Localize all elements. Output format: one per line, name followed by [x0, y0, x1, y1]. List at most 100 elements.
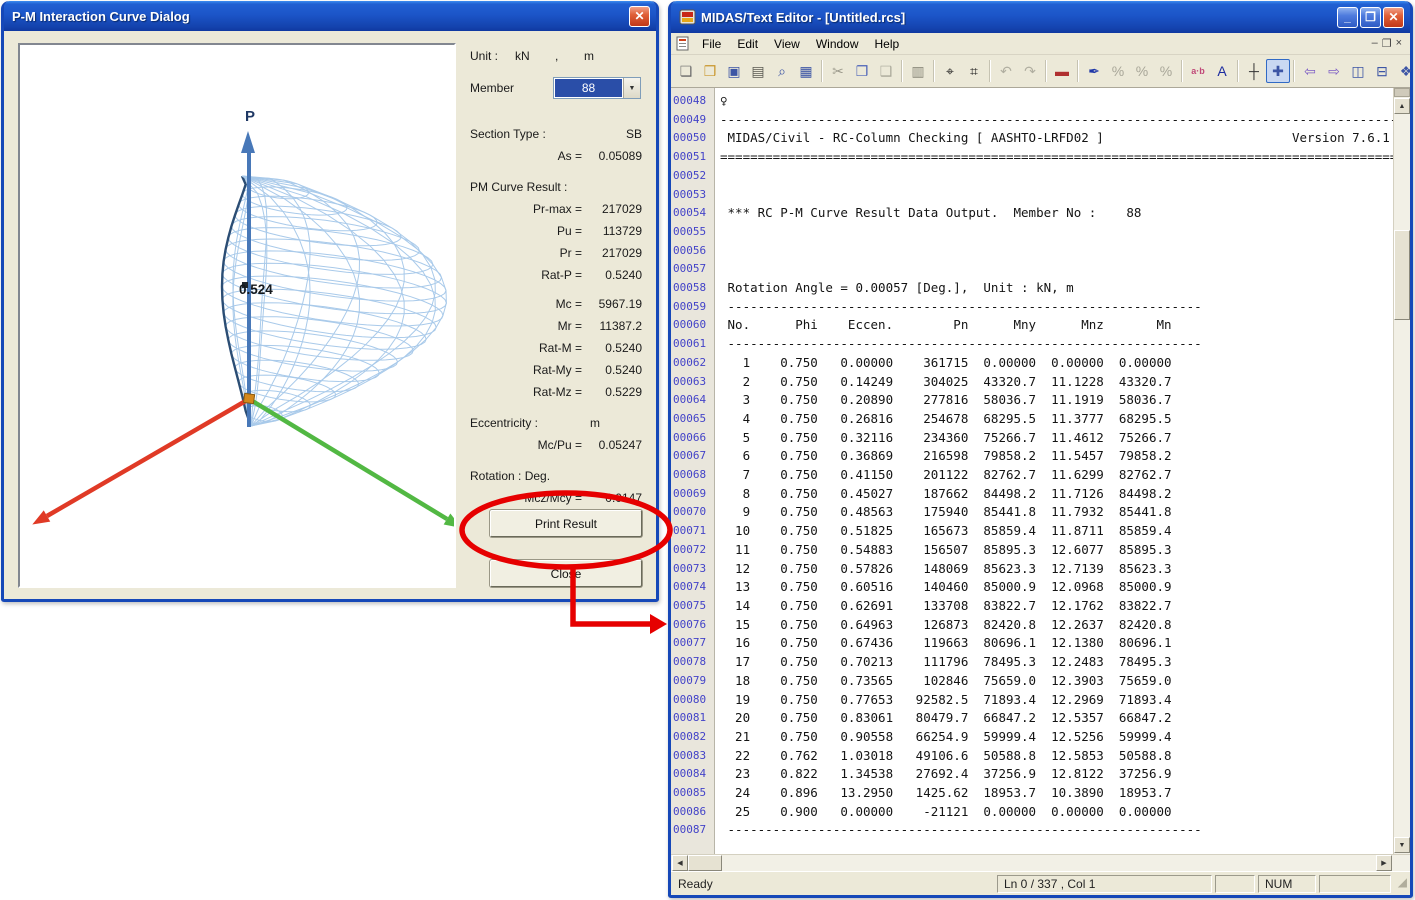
chevron-down-icon[interactable]: ▼ — [623, 78, 640, 98]
percent-3-icon[interactable]: % — [1154, 59, 1178, 83]
result-label: Rat-Mz = — [460, 385, 582, 399]
undo-icon[interactable]: ↶ — [994, 59, 1018, 83]
percent-1-icon[interactable]: % — [1106, 59, 1130, 83]
pm-curve-plot[interactable]: 0.524P — [18, 43, 456, 588]
line-number: 00061 — [673, 335, 714, 354]
cascade-icon[interactable]: ❖ — [1394, 59, 1415, 83]
result-value: 217029 — [582, 246, 646, 260]
window-prev-icon[interactable]: ⇦ — [1298, 59, 1322, 83]
mdi-restore-icon[interactable]: ❐ — [1382, 37, 1392, 50]
resize-grip[interactable]: ◢ — [1394, 875, 1407, 893]
line-number-gutter: 0004800049000500005100052000530005400055… — [671, 88, 715, 854]
line-number: 00077 — [673, 634, 714, 653]
horizontal-scrollbar[interactable]: ◀ ▶ — [671, 854, 1410, 871]
split-horizontal-icon[interactable]: ⊟ — [1370, 59, 1394, 83]
scroll-up-icon[interactable]: ▲ — [1394, 98, 1410, 114]
menu-file[interactable]: File — [694, 35, 729, 53]
mdi-minimize-icon[interactable]: – — [1372, 37, 1378, 50]
member-combobox[interactable]: 88 ▼ — [553, 77, 641, 99]
menu-edit[interactable]: Edit — [729, 35, 766, 53]
line-number: 00052 — [673, 167, 714, 186]
menu-help[interactable]: Help — [867, 35, 908, 53]
close-button[interactable]: Close — [490, 560, 642, 587]
scroll-left-icon[interactable]: ◀ — [672, 855, 688, 871]
result-label: Mc = — [460, 297, 582, 311]
document-icon — [675, 36, 690, 51]
save-block-icon[interactable]: ▥ — [906, 59, 930, 83]
toolbar-separator — [821, 60, 823, 82]
horizontal-scroll-thumb[interactable] — [688, 855, 722, 871]
editor-line — [720, 167, 1393, 186]
editor-line: *** RC P-M Curve Result Data Output. Mem… — [720, 204, 1393, 223]
ab-icon[interactable]: a·b — [1186, 59, 1210, 83]
new-icon[interactable]: ❏ — [674, 59, 698, 83]
caret-icon[interactable]: ┼ — [1242, 59, 1266, 83]
annotation-arrow-head — [650, 614, 667, 634]
compare-icon[interactable]: ▬ — [1050, 59, 1074, 83]
window-next-icon[interactable]: ⇨ — [1322, 59, 1346, 83]
close-icon[interactable]: ✕ — [1383, 7, 1404, 28]
unit-value-force: kN — [515, 49, 530, 63]
minimize-icon[interactable]: _ — [1337, 7, 1358, 28]
member-label: Member — [470, 81, 514, 95]
section-heading: Rotation : Deg. — [470, 469, 550, 483]
line-number: 00082 — [673, 728, 714, 747]
line-number: 00069 — [673, 485, 714, 504]
redo-icon[interactable]: ↷ — [1018, 59, 1042, 83]
vertical-scrollbar[interactable]: ▲ ▼ — [1393, 88, 1410, 854]
editor-titlebar[interactable]: MIDAS/Text Editor - [Untitled.rcs] _ ❐ ✕ — [671, 1, 1410, 33]
result-row: As =0.05089 — [460, 145, 656, 167]
editor-toolbar: ❏❒▣▤⌕▦✂❐❑▥⌖⌗↶↷▬✒%%%a·bA┼✚⇦⇨◫⊟❖? — [671, 55, 1410, 88]
cursor-position: Ln 0 / 337 , Col 1 — [997, 875, 1212, 893]
editor-line — [720, 186, 1393, 205]
print-result-button[interactable]: Print Result — [490, 510, 642, 537]
dialog-titlebar[interactable]: P-M Interaction Curve Dialog ✕ — [4, 1, 656, 31]
origin-marker — [243, 393, 254, 403]
pan-icon[interactable]: ✚ — [1266, 59, 1290, 83]
line-number: 00057 — [673, 260, 714, 279]
print-icon[interactable]: ▤ — [746, 59, 770, 83]
editor-line: ========================================… — [720, 148, 1393, 167]
print-preview-icon[interactable]: ⌕ — [770, 59, 794, 83]
dialog-title: P-M Interaction Curve Dialog — [12, 9, 627, 24]
page-setup-icon[interactable]: ▦ — [794, 59, 818, 83]
percent-2-icon[interactable]: % — [1130, 59, 1154, 83]
mdi-close-icon[interactable]: × — [1396, 37, 1402, 50]
menu-view[interactable]: View — [766, 35, 808, 53]
font-icon[interactable]: A — [1210, 59, 1234, 83]
editor-line: 13 0.750 0.60516 140460 85000.9 12.0968 … — [720, 578, 1393, 597]
menu-window[interactable]: Window — [808, 35, 867, 53]
editor-text-area[interactable]: ♀---------------------------------------… — [715, 88, 1393, 854]
copy-icon[interactable]: ❐ — [850, 59, 874, 83]
result-row: Section Type :SB — [460, 123, 656, 145]
ink-icon[interactable]: ✒ — [1082, 59, 1106, 83]
result-row: Mc =5967.19 — [460, 293, 656, 315]
line-number: 00062 — [673, 354, 714, 373]
editor-line — [720, 260, 1393, 279]
find-icon[interactable]: ⌖ — [938, 59, 962, 83]
vertical-scroll-thumb[interactable] — [1394, 230, 1410, 320]
dialog-close-icon[interactable]: ✕ — [629, 6, 650, 27]
result-label: Rat-P = — [460, 268, 582, 282]
num-lock-indicator: NUM — [1258, 875, 1316, 893]
line-number: 00081 — [673, 709, 714, 728]
paste-icon[interactable]: ❑ — [874, 59, 898, 83]
restore-icon[interactable]: ❐ — [1360, 7, 1381, 28]
editor-line: 8 0.750 0.45027 187662 84498.2 11.7126 8… — [720, 485, 1393, 504]
cut-icon[interactable]: ✂ — [826, 59, 850, 83]
result-value: 0.0147 — [582, 491, 646, 505]
open-icon[interactable]: ❒ — [698, 59, 722, 83]
editor-line: 9 0.750 0.48563 175940 85441.8 11.7932 8… — [720, 503, 1393, 522]
scroll-down-icon[interactable]: ▼ — [1394, 837, 1410, 853]
line-number: 00075 — [673, 597, 714, 616]
split-vertical-icon[interactable]: ◫ — [1346, 59, 1370, 83]
save-icon[interactable]: ▣ — [722, 59, 746, 83]
app-icon — [679, 9, 696, 25]
splitter-handle[interactable] — [1394, 88, 1410, 97]
line-number: 00049 — [673, 111, 714, 130]
find-next-icon[interactable]: ⌗ — [962, 59, 986, 83]
toolbar-separator — [1293, 60, 1295, 82]
result-row: Pr-max =217029 — [460, 198, 656, 220]
scroll-right-icon[interactable]: ▶ — [1376, 855, 1392, 871]
editor-line: 10 0.750 0.51825 165673 85859.4 11.8711 … — [720, 522, 1393, 541]
